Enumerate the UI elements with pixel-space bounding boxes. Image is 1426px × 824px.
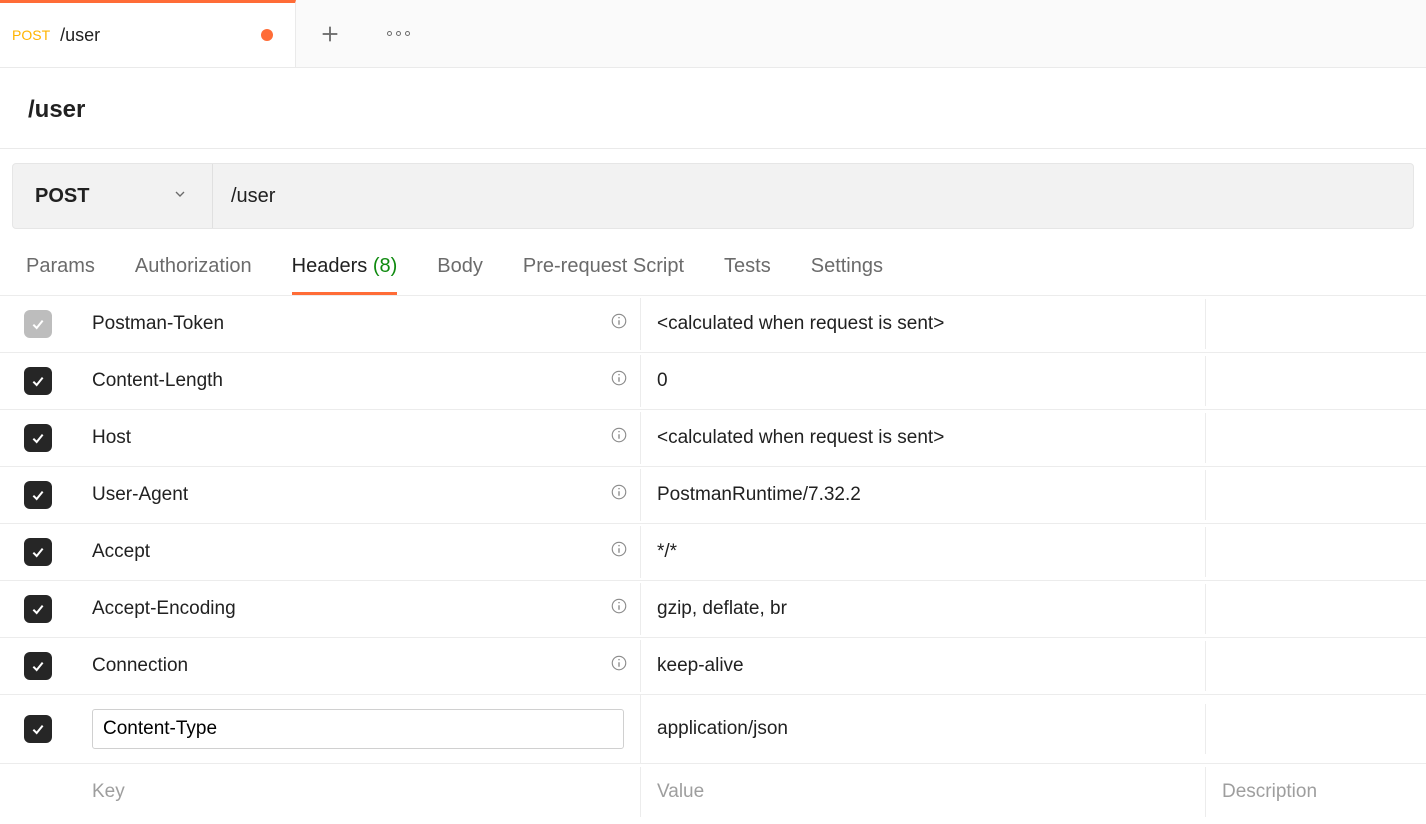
- request-title[interactable]: /user: [28, 96, 1426, 124]
- tab-tests[interactable]: Tests: [724, 255, 771, 295]
- header-key-text: Host: [92, 427, 131, 449]
- header-description-cell[interactable]: [1206, 481, 1426, 509]
- header-description-cell[interactable]: [1206, 424, 1426, 452]
- checkbox-icon: [24, 595, 52, 623]
- request-row: POST: [12, 163, 1414, 229]
- tab-params[interactable]: Params: [26, 255, 95, 295]
- header-value-cell[interactable]: PostmanRuntime/7.32.2: [641, 470, 1206, 520]
- header-enabled-checkbox[interactable]: [0, 581, 76, 637]
- info-icon[interactable]: [610, 369, 628, 393]
- url-input[interactable]: [213, 164, 1413, 228]
- header-enabled-checkbox[interactable]: [0, 467, 76, 523]
- table-row: Connection keep-alive: [0, 637, 1426, 694]
- header-key-text: User-Agent: [92, 484, 188, 506]
- table-row: Postman-Token <calculated when request is…: [0, 295, 1426, 352]
- header-key-cell[interactable]: User-Agent: [76, 469, 641, 521]
- tab-headers-label: Headers: [292, 255, 368, 277]
- header-key-text: Connection: [92, 655, 188, 677]
- header-enabled-checkbox[interactable]: [0, 410, 76, 466]
- header-key-text: Accept-Encoding: [92, 598, 236, 620]
- header-description-cell[interactable]: [1206, 310, 1426, 338]
- tab-actions: [296, 0, 1426, 67]
- checkbox-icon: [24, 310, 52, 338]
- header-key-text: Accept: [92, 541, 150, 563]
- method-select-value: POST: [35, 185, 89, 208]
- more-icon: [387, 31, 410, 36]
- new-header-row[interactable]: KeyValueDescription: [0, 763, 1426, 819]
- tab-prerequest[interactable]: Pre-request Script: [523, 255, 684, 295]
- header-enabled-checkbox[interactable]: [0, 353, 76, 409]
- header-key-text: Content-Length: [92, 370, 223, 392]
- tab-settings[interactable]: Settings: [811, 255, 883, 295]
- header-enabled-checkbox[interactable]: [0, 778, 76, 806]
- unsaved-indicator-icon: [261, 29, 273, 41]
- header-enabled-checkbox[interactable]: [0, 701, 76, 757]
- headers-table: Postman-Token <calculated when request is…: [0, 295, 1426, 819]
- header-description-cell[interactable]: [1206, 595, 1426, 623]
- header-key-text: Postman-Token: [92, 313, 224, 335]
- header-enabled-checkbox[interactable]: [0, 524, 76, 580]
- header-key-cell[interactable]: Content-Length: [76, 355, 641, 407]
- tab-headers[interactable]: Headers (8): [292, 255, 398, 295]
- checkbox-icon: [24, 481, 52, 509]
- header-value-cell[interactable]: keep-alive: [641, 641, 1206, 691]
- header-key-cell[interactable]: [76, 695, 641, 763]
- header-value-cell[interactable]: */*: [641, 527, 1206, 577]
- tab-title: /user: [60, 25, 100, 46]
- new-tab-button[interactable]: [296, 0, 364, 68]
- chevron-down-icon: [172, 185, 188, 208]
- table-row: application/json: [0, 694, 1426, 763]
- header-key-input[interactable]: [92, 709, 624, 749]
- info-icon[interactable]: [610, 312, 628, 336]
- info-icon[interactable]: [610, 597, 628, 621]
- table-row: Host <calculated when request is sent>: [0, 409, 1426, 466]
- header-description-cell[interactable]: [1206, 652, 1426, 680]
- checkbox-icon: [24, 424, 52, 452]
- header-value-placeholder[interactable]: Value: [641, 767, 1206, 817]
- checkbox-icon: [24, 538, 52, 566]
- checkbox-icon: [24, 652, 52, 680]
- tab-body[interactable]: Body: [437, 255, 483, 295]
- header-key-cell[interactable]: Connection: [76, 640, 641, 692]
- plus-icon: [319, 23, 341, 45]
- info-icon[interactable]: [610, 540, 628, 564]
- info-icon[interactable]: [610, 426, 628, 450]
- request-title-area: /user: [0, 68, 1426, 149]
- header-description-cell[interactable]: [1206, 538, 1426, 566]
- header-value-cell[interactable]: <calculated when request is sent>: [641, 413, 1206, 463]
- checkbox-icon: [24, 367, 52, 395]
- header-description-placeholder[interactable]: Description: [1206, 767, 1426, 817]
- tab-options-button[interactable]: [364, 0, 432, 68]
- request-subtabs: Params Authorization Headers (8) Body Pr…: [0, 229, 1426, 295]
- tab-method-label: POST: [12, 27, 50, 43]
- header-value-cell[interactable]: application/json: [641, 704, 1206, 754]
- header-description-cell[interactable]: [1206, 367, 1426, 395]
- header-enabled-checkbox[interactable]: [0, 638, 76, 694]
- table-row: Content-Length 0: [0, 352, 1426, 409]
- header-key-cell[interactable]: Accept: [76, 526, 641, 578]
- tab-authorization[interactable]: Authorization: [135, 255, 252, 295]
- header-value-cell[interactable]: <calculated when request is sent>: [641, 299, 1206, 349]
- table-row: Accept-Encoding gzip, deflate, br: [0, 580, 1426, 637]
- table-row: Accept */*: [0, 523, 1426, 580]
- checkbox-icon: [24, 715, 52, 743]
- tab-bar: POST /user: [0, 0, 1426, 68]
- request-tab[interactable]: POST /user: [0, 0, 296, 67]
- method-select[interactable]: POST: [13, 164, 213, 228]
- header-key-cell[interactable]: Accept-Encoding: [76, 583, 641, 635]
- header-value-cell[interactable]: 0: [641, 356, 1206, 406]
- header-key-cell[interactable]: Postman-Token: [76, 298, 641, 350]
- header-key-cell[interactable]: Host: [76, 412, 641, 464]
- header-description-cell[interactable]: [1206, 715, 1426, 743]
- header-key-placeholder[interactable]: Key: [76, 767, 641, 817]
- info-icon[interactable]: [610, 483, 628, 507]
- tab-headers-count: (8): [373, 255, 397, 277]
- header-enabled-checkbox[interactable]: [0, 296, 76, 352]
- header-value-cell[interactable]: gzip, deflate, br: [641, 584, 1206, 634]
- table-row: User-Agent PostmanRuntime/7.32.2: [0, 466, 1426, 523]
- info-icon[interactable]: [610, 654, 628, 678]
